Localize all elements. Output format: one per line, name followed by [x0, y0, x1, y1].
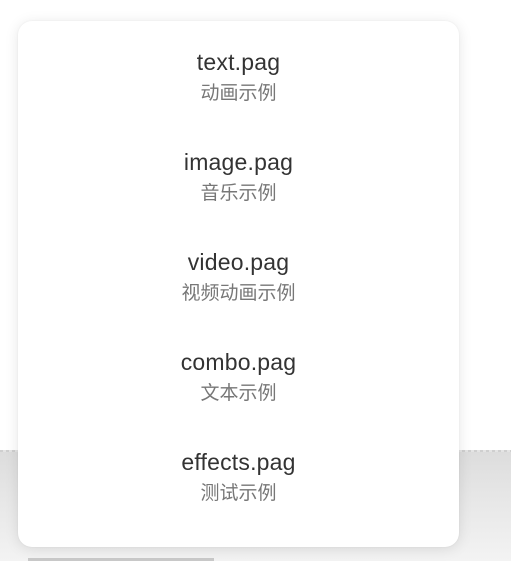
- menu-item-title: effects.pag: [181, 449, 296, 475]
- menu-item-title: text.pag: [196, 49, 281, 75]
- menu-item-text-pag[interactable]: text.pag 动画示例: [18, 47, 459, 147]
- menu-item-combo-pag[interactable]: combo.pag 文本示例: [18, 347, 459, 447]
- menu-item-subtitle: 视频动画示例: [181, 282, 296, 304]
- file-picker-menu: text.pag 动画示例 image.pag 音乐示例 video.pag 视…: [18, 21, 459, 547]
- menu-item-subtitle: 文本示例: [200, 382, 277, 404]
- menu-item-title: image.pag: [183, 149, 294, 175]
- menu-item-video-pag[interactable]: video.pag 视频动画示例: [18, 247, 459, 347]
- menu-item-subtitle: 音乐示例: [200, 182, 277, 204]
- menu-item-subtitle: 测试示例: [200, 482, 277, 504]
- menu-item-subtitle: 动画示例: [200, 82, 277, 104]
- menu-item-effects-pag[interactable]: effects.pag 测试示例: [18, 447, 459, 547]
- menu-item-title: video.pag: [187, 249, 290, 275]
- menu-item-image-pag[interactable]: image.pag 音乐示例: [18, 147, 459, 247]
- menu-item-title: combo.pag: [180, 349, 297, 375]
- page: text.pag 动画示例 image.pag 音乐示例 video.pag 视…: [0, 0, 511, 561]
